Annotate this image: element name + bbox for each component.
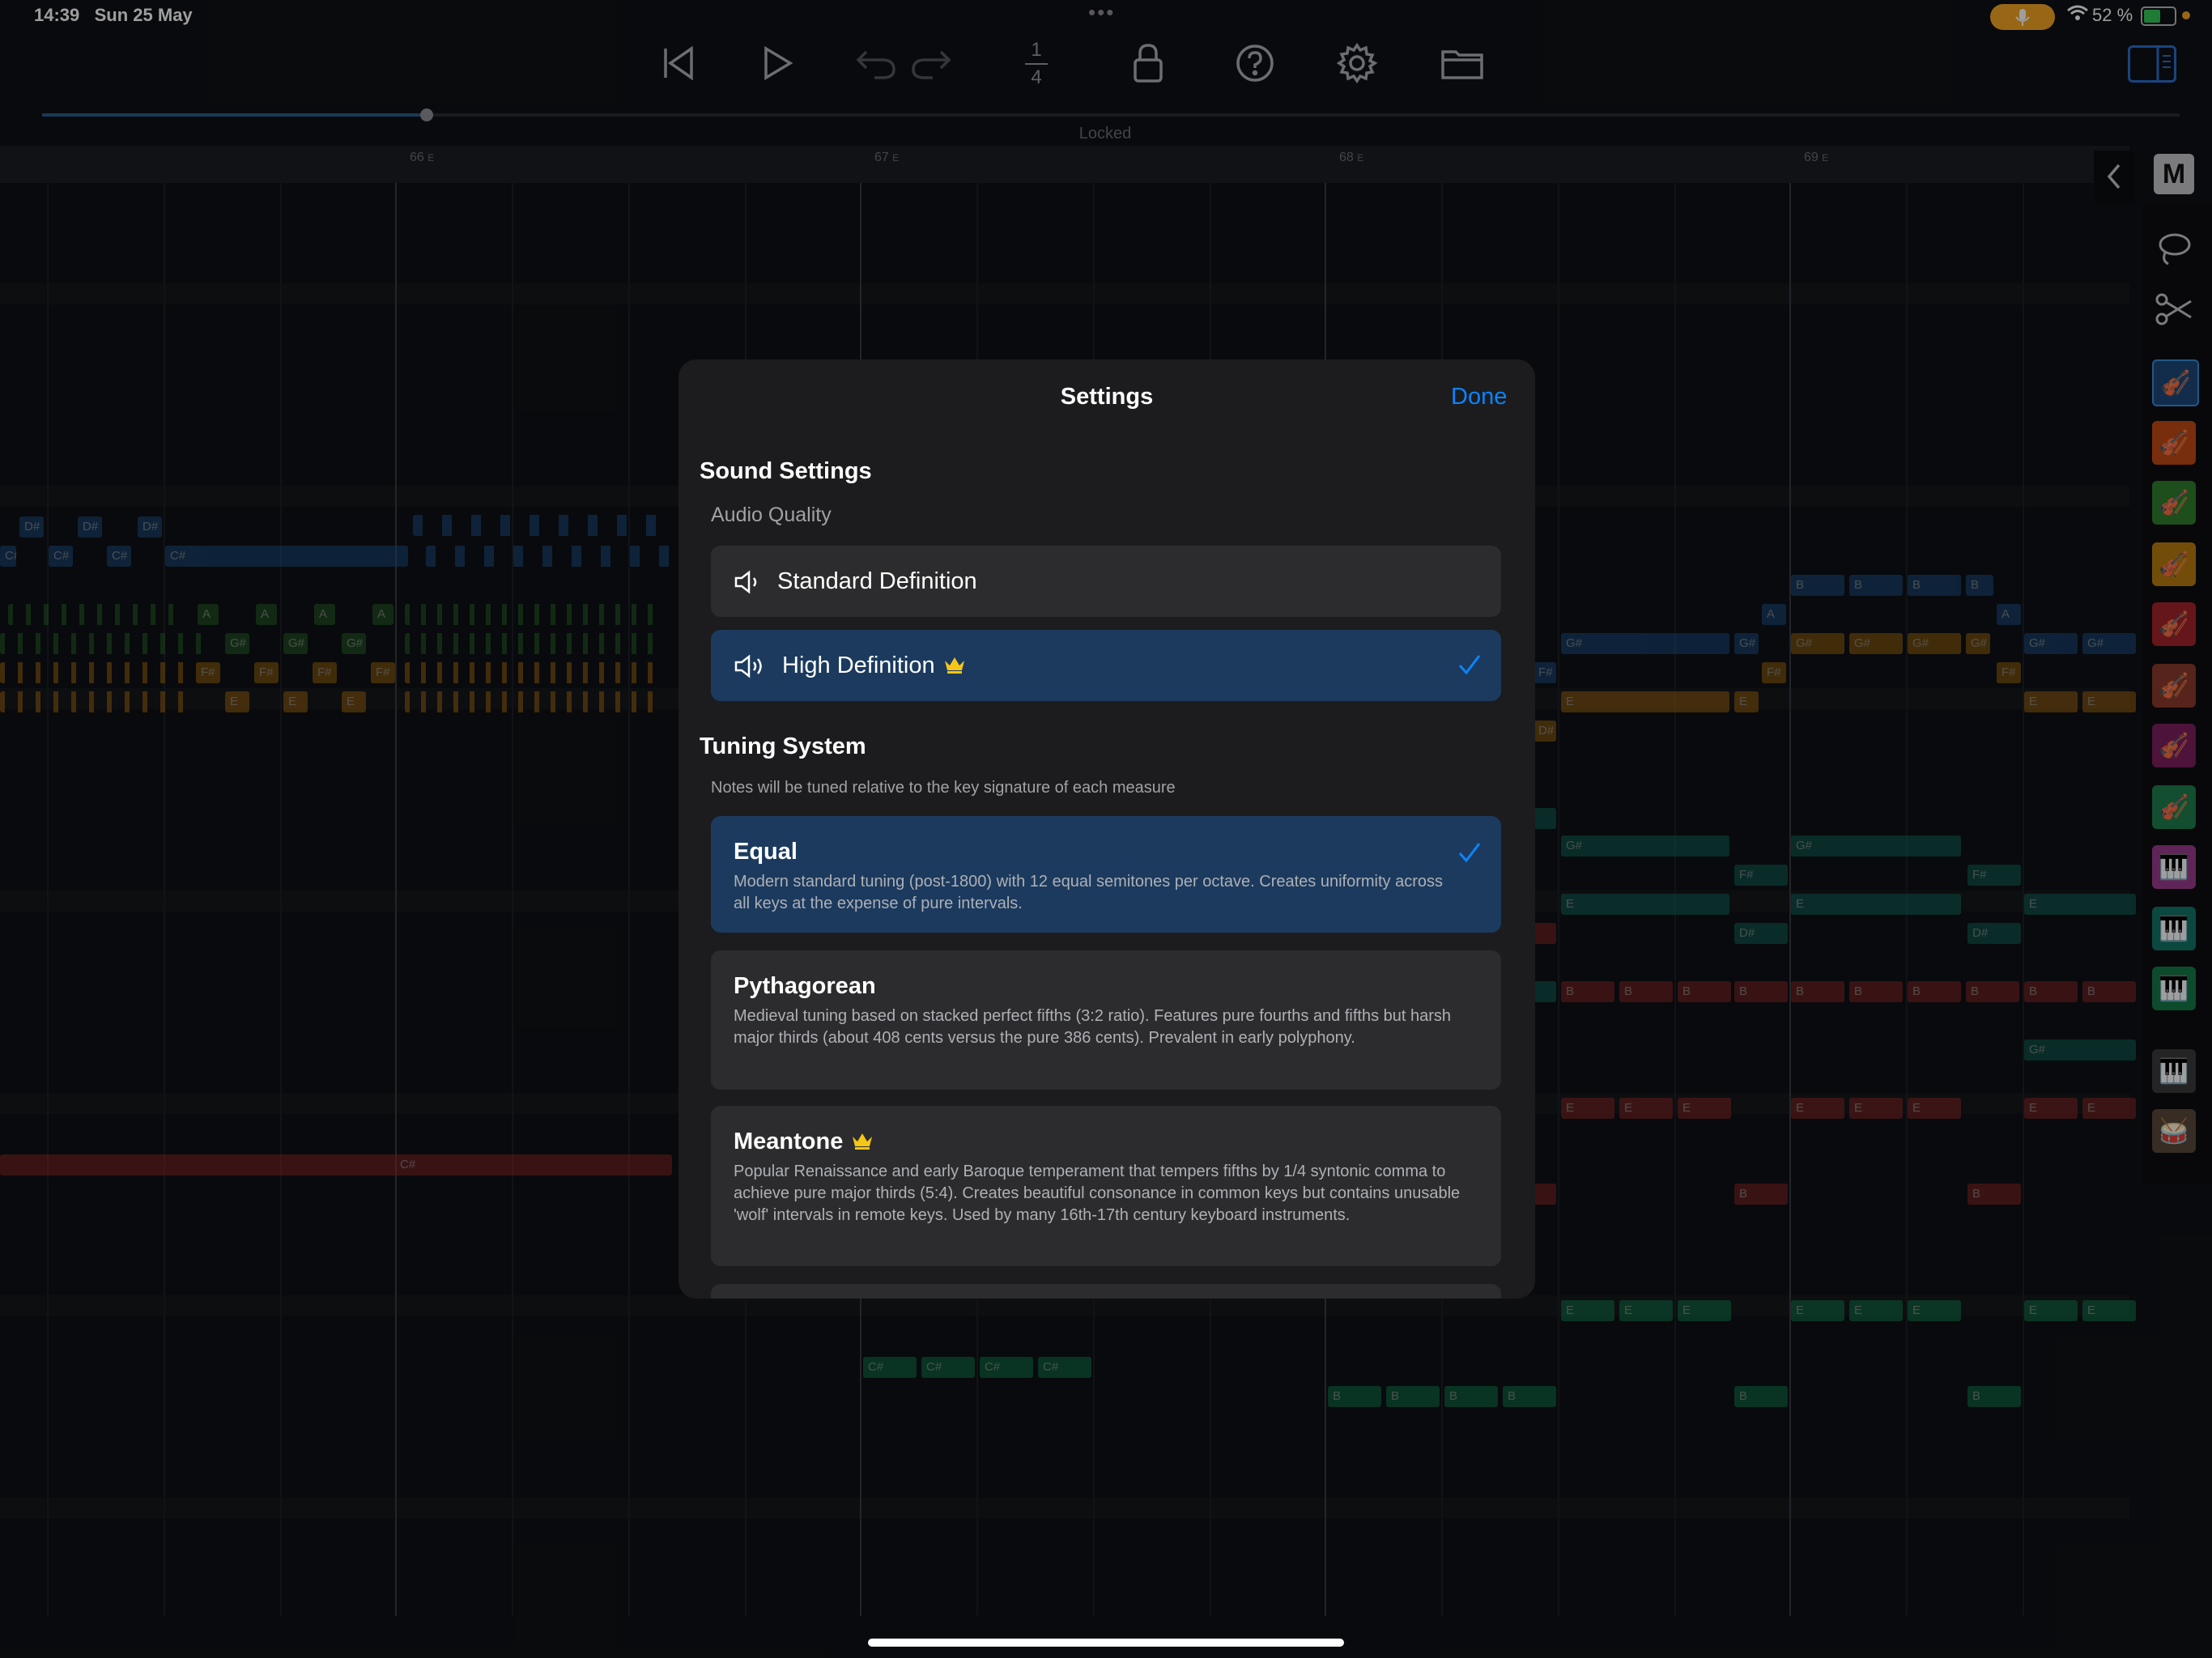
tuning-option-pythagorean[interactable]: Pythagorean Medieval tuning based on sta… <box>711 950 1501 1090</box>
speaker-icon <box>734 570 763 598</box>
done-button[interactable]: Done <box>1451 384 1507 410</box>
tuning-description: Modern standard tuning (post-1800) with … <box>734 873 1444 912</box>
high-definition-option[interactable]: High Definition <box>711 630 1501 701</box>
checkmark-icon <box>1457 653 1482 681</box>
sound-settings-heading: Sound Settings <box>700 458 872 484</box>
tuning-note: Notes will be tuned relative to the key … <box>711 779 1176 797</box>
tuning-name: Pythagorean <box>734 973 876 999</box>
standard-definition-option[interactable]: Standard Definition <box>711 546 1501 617</box>
tuning-description: Popular Renaissance and early Baroque te… <box>734 1163 1461 1224</box>
crown-icon <box>943 653 966 680</box>
tuning-name: Equal <box>734 839 798 865</box>
home-indicator[interactable] <box>868 1639 1344 1647</box>
tuning-system-heading: Tuning System <box>700 733 866 759</box>
modal-title: Settings <box>1060 384 1154 410</box>
tuning-name: Meantone <box>734 1129 874 1156</box>
option-label: High Definition <box>782 653 966 680</box>
speaker-hd-icon <box>734 654 766 682</box>
audio-quality-label: Audio Quality <box>711 504 832 526</box>
tuning-option-meantone[interactable]: Meantone Popular Renaissance and early B… <box>711 1106 1501 1266</box>
option-label: Standard Definition <box>777 568 977 594</box>
tuning-option-next[interactable] <box>711 1284 1501 1299</box>
checkmark-icon <box>1457 840 1482 869</box>
tuning-option-equal[interactable]: Equal Modern standard tuning (post-1800)… <box>711 816 1501 933</box>
tuning-description: Medieval tuning based on stacked perfect… <box>734 1007 1452 1047</box>
settings-modal: Settings Done Sound Settings Audio Quali… <box>678 359 1535 1299</box>
crown-icon <box>851 1129 874 1156</box>
